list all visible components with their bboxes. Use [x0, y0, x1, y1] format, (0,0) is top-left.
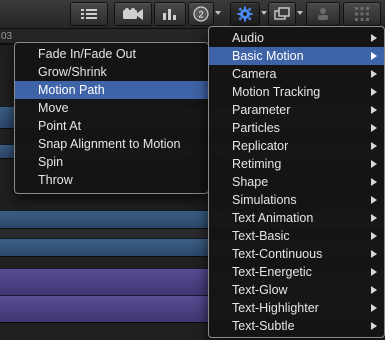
submenu-arrow-icon [371, 88, 377, 96]
menu-item-label: Shape [232, 175, 269, 189]
menu-item-basic-motion[interactable]: Basic Motion [209, 47, 384, 65]
menu-item-label: Move [38, 101, 69, 115]
submenu-arrow-icon [371, 142, 377, 150]
grid-icon [355, 7, 369, 21]
person-icon [318, 8, 328, 20]
menu-item-label: Point At [38, 119, 82, 133]
menu-item-label: Simulations [232, 193, 297, 207]
menu-item-motion-path[interactable]: Motion Path [15, 81, 208, 99]
menu-item-point-at[interactable]: Point At [15, 117, 208, 135]
menu-item-label: Grow/Shrink [38, 65, 107, 79]
menu-item-replicator[interactable]: Replicator [209, 137, 384, 155]
menu-item-spin[interactable]: Spin [15, 153, 208, 171]
grid-button[interactable] [343, 2, 381, 26]
submenu-arrow-icon [371, 286, 377, 294]
menu-item-text-animation[interactable]: Text Animation [209, 209, 384, 227]
menu-item-label: Camera [232, 67, 277, 81]
menu-item-label: Motion Tracking [232, 85, 321, 99]
menu-item-camera[interactable]: Camera [209, 65, 384, 83]
toolbar: 2 [0, 0, 385, 29]
menu-item-label: Audio [232, 31, 264, 45]
menu-item-label: Basic Motion [232, 49, 304, 63]
menu-item-label: Spin [38, 155, 64, 169]
menu-item-audio[interactable]: Audio [209, 29, 384, 47]
menu-item-simulations[interactable]: Simulations [209, 191, 384, 209]
chevron-down-icon[interactable] [215, 11, 221, 15]
bars-icon [163, 9, 176, 20]
menu-item-label: Motion Path [38, 83, 105, 97]
layers-icon [274, 7, 290, 20]
submenu-arrow-icon [371, 106, 377, 114]
submenu-arrow-icon [371, 52, 377, 60]
menu-item-motion-tracking[interactable]: Motion Tracking [209, 83, 384, 101]
person-button[interactable] [306, 2, 340, 26]
menu-item-label: Text-Glow [232, 283, 288, 297]
menu-item-label: Retiming [232, 157, 282, 171]
disc-2-button[interactable]: 2 [188, 2, 214, 26]
chevron-down-icon[interactable] [261, 11, 267, 15]
behaviors-button[interactable] [230, 2, 260, 26]
list-icon-button[interactable] [70, 2, 108, 26]
menu-item-label: Particles [232, 121, 280, 135]
disc-2-icon: 2 [193, 6, 209, 22]
ruler-label: 03 [1, 31, 13, 42]
menu-item-label: Text-Energetic [232, 265, 312, 279]
menu-item-text-continuous[interactable]: Text-Continuous [209, 245, 384, 263]
menu-item-snap-alignment-to-motion[interactable]: Snap Alignment to Motion [15, 135, 208, 153]
submenu-arrow-icon [371, 34, 377, 42]
menu-item-label: Text-Continuous [232, 247, 323, 261]
submenu-arrow-icon [371, 322, 377, 330]
menu-item-label: Parameter [232, 103, 291, 117]
motion-app-window: 2 03 Fade In/Fade Out Grow/Shrink Motion… [0, 0, 385, 340]
menu-item-label: Fade In/Fade Out [38, 47, 136, 61]
menu-item-particles[interactable]: Particles [209, 119, 384, 137]
menu-item-text-subtle[interactable]: Text-Subtle [209, 317, 384, 335]
submenu-arrow-icon [371, 178, 377, 186]
menu-item-label: Replicator [232, 139, 289, 153]
menu-item-shape[interactable]: Shape [209, 173, 384, 191]
submenu-arrow-icon [371, 268, 377, 276]
menu-item-fade-in-fade-out[interactable]: Fade In/Fade Out [15, 45, 208, 63]
menu-item-label: Text-Highlighter [232, 301, 319, 315]
submenu-arrow-icon [371, 214, 377, 222]
submenu-arrow-icon [371, 304, 377, 312]
submenu-arrow-icon [371, 232, 377, 240]
chevron-down-icon[interactable] [297, 11, 303, 15]
camera-icon [123, 8, 143, 20]
menu-item-move[interactable]: Move [15, 99, 208, 117]
menu-item-label: Text Animation [232, 211, 314, 225]
menu-item-label: Text-Subtle [232, 319, 295, 333]
menu-item-throw[interactable]: Throw [15, 171, 208, 189]
menu-item-grow-shrink[interactable]: Grow/Shrink [15, 63, 208, 81]
gear-icon [237, 6, 253, 22]
layers-button[interactable] [268, 2, 296, 26]
behaviors-menu: Audio Basic Motion Camera Motion Trackin… [208, 26, 385, 338]
submenu-arrow-icon [371, 124, 377, 132]
menu-item-text-energetic[interactable]: Text-Energetic [209, 263, 384, 281]
menu-item-label: Text-Basic [232, 229, 290, 243]
menu-item-text-glow[interactable]: Text-Glow [209, 281, 384, 299]
menu-item-text-basic[interactable]: Text-Basic [209, 227, 384, 245]
submenu-arrow-icon [371, 70, 377, 78]
bars-button[interactable] [154, 2, 186, 26]
menu-item-label: Throw [38, 173, 73, 187]
camera-button[interactable] [114, 2, 152, 26]
basic-motion-submenu: Fade In/Fade Out Grow/Shrink Motion Path… [14, 42, 209, 194]
list-icon [81, 9, 97, 19]
svg-text:2: 2 [198, 10, 203, 20]
menu-item-text-highlighter[interactable]: Text-Highlighter [209, 299, 384, 317]
submenu-arrow-icon [371, 250, 377, 258]
submenu-arrow-icon [371, 196, 377, 204]
menu-item-retiming[interactable]: Retiming [209, 155, 384, 173]
submenu-arrow-icon [371, 160, 377, 168]
menu-item-label: Snap Alignment to Motion [38, 137, 181, 151]
menu-item-parameter[interactable]: Parameter [209, 101, 384, 119]
